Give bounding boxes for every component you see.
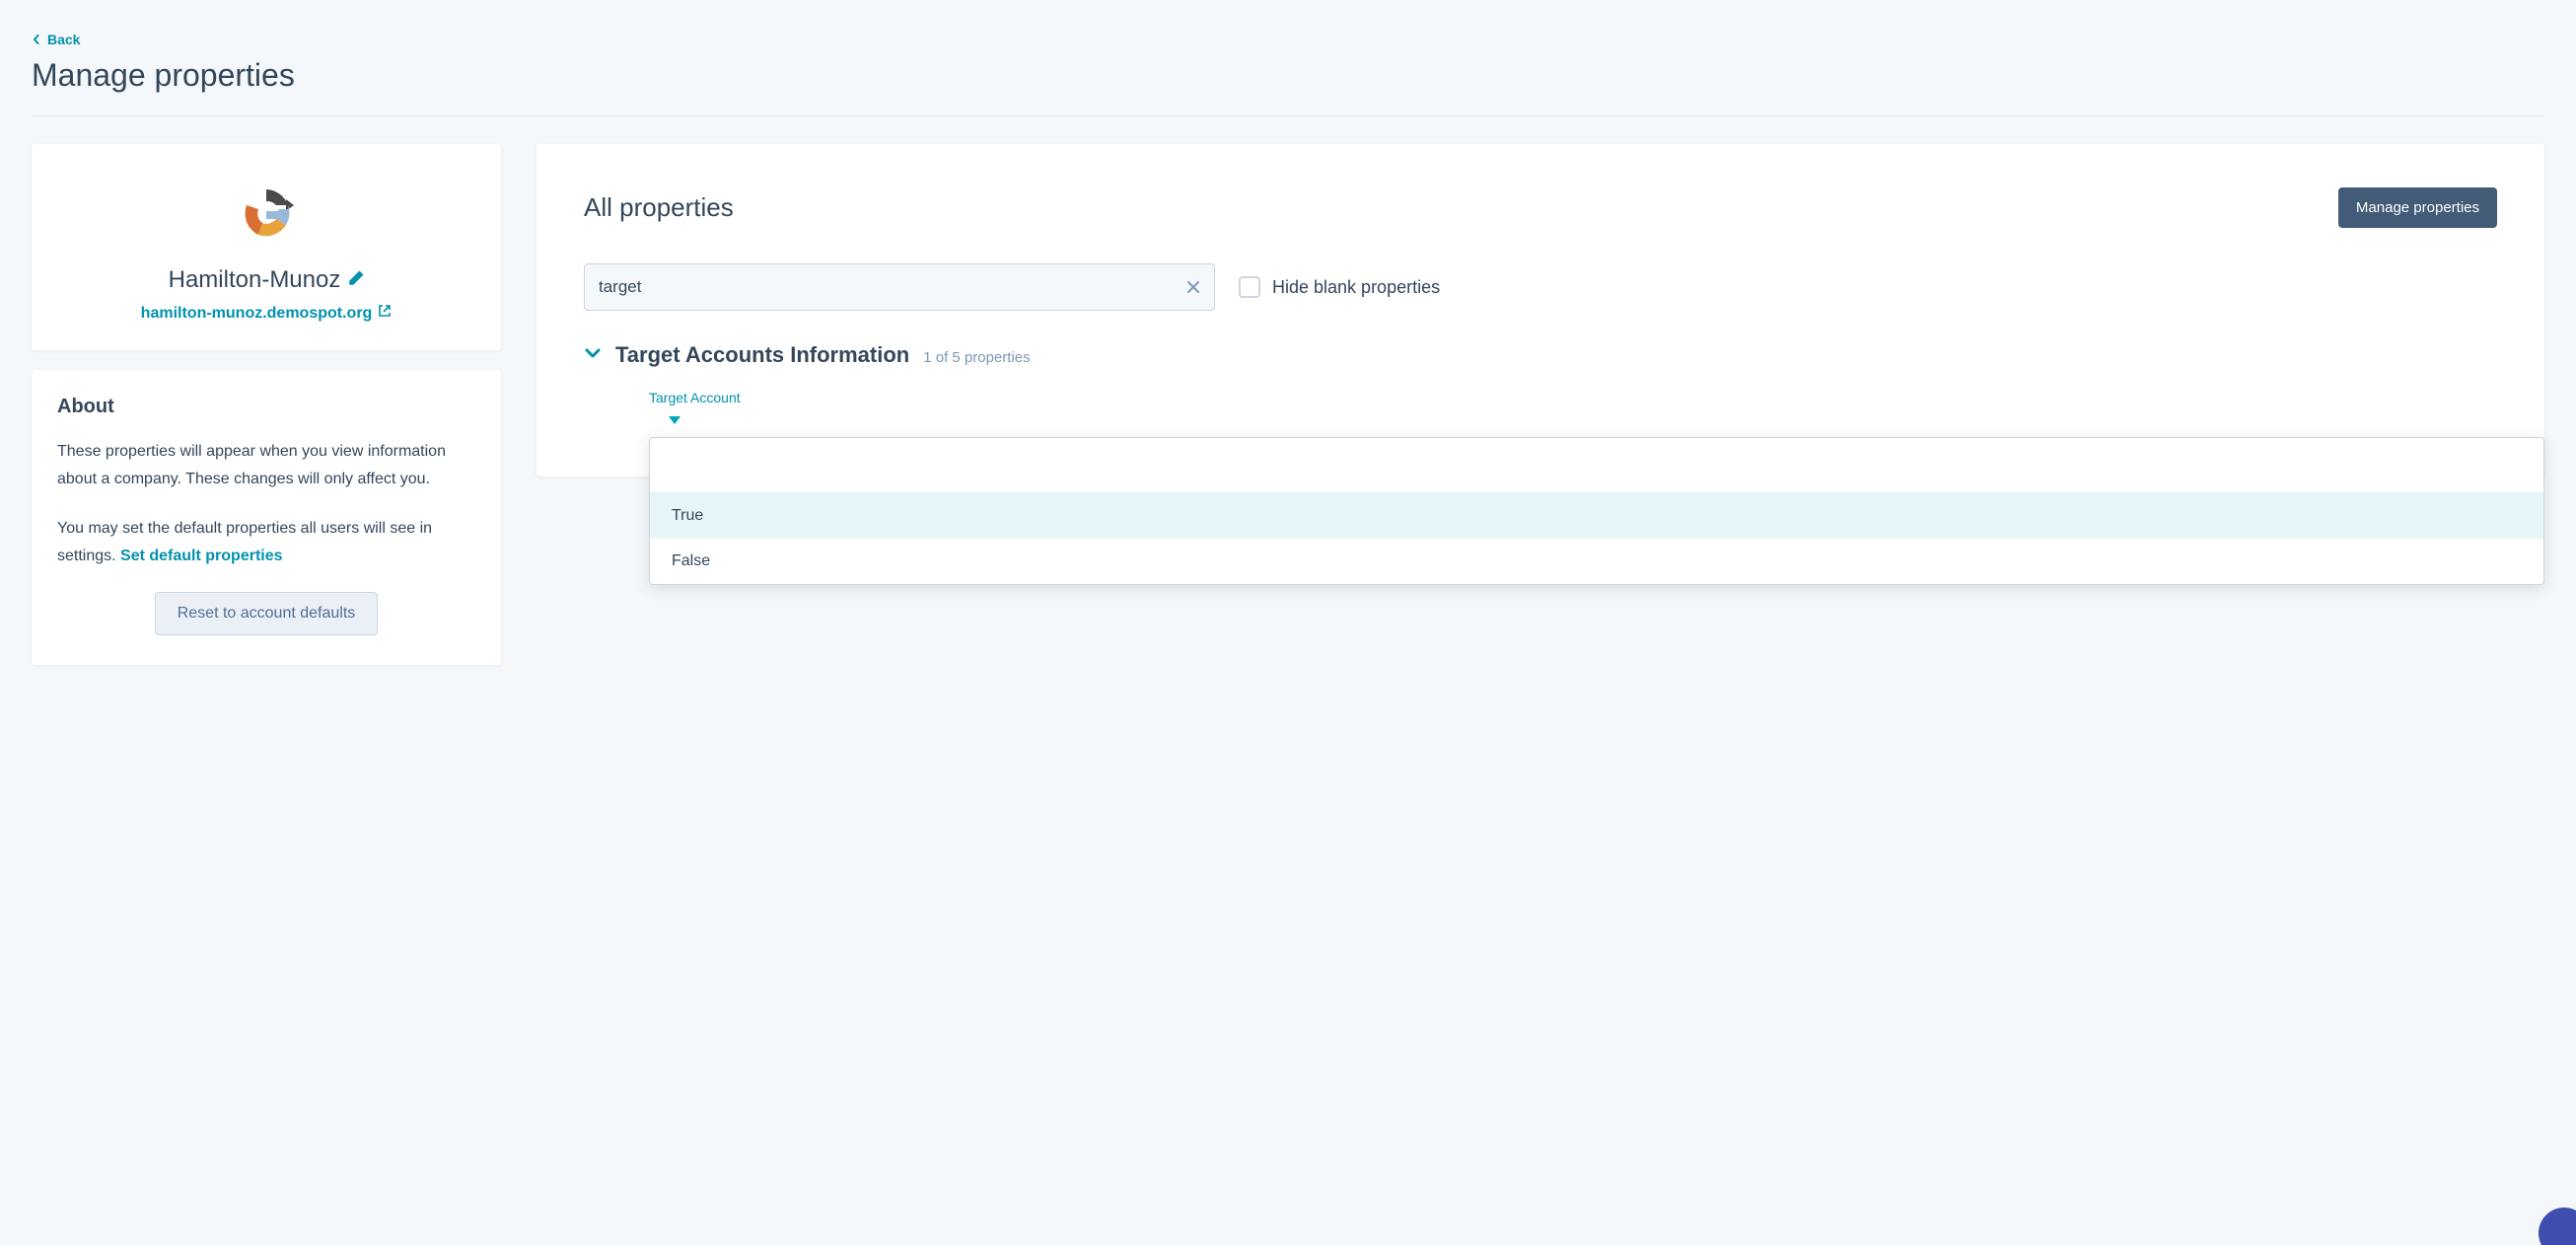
company-name: Hamilton-Munoz <box>169 266 341 294</box>
chevron-down-icon <box>584 344 602 367</box>
property-group-meta: 1 of 5 properties <box>923 349 1030 366</box>
chevron-left-icon <box>32 32 41 47</box>
back-link[interactable]: Back <box>32 32 80 47</box>
back-label: Back <box>47 32 80 47</box>
property-group-header[interactable]: Target Accounts Information 1 of 5 prope… <box>584 342 2497 368</box>
field-label: Target Account <box>649 390 2497 405</box>
external-link-icon <box>378 304 392 323</box>
hide-blank-checkbox-wrap[interactable]: Hide blank properties <box>1239 276 1440 298</box>
properties-card: All properties Manage properties Hide bl… <box>537 144 2544 476</box>
all-properties-heading: All properties <box>584 192 734 223</box>
reset-to-defaults-button[interactable]: Reset to account defaults <box>155 592 379 635</box>
company-logo-icon <box>237 183 296 243</box>
about-paragraph-1: These properties will appear when you vi… <box>57 438 475 493</box>
about-heading: About <box>57 396 475 418</box>
dropdown-option[interactable]: True <box>650 493 2543 539</box>
manage-properties-button[interactable]: Manage properties <box>2338 187 2497 228</box>
set-default-properties-link[interactable]: Set default properties <box>120 543 286 570</box>
dropdown-option[interactable]: False <box>650 539 2543 584</box>
clear-search-icon[interactable] <box>1180 273 1207 301</box>
dropdown-panel: TrueFalse <box>649 437 2544 585</box>
pencil-icon[interactable] <box>348 270 364 291</box>
about-card: About These properties will appear when … <box>32 370 501 665</box>
page-title: Manage properties <box>32 57 2544 94</box>
hide-blank-label: Hide blank properties <box>1272 277 1440 298</box>
divider <box>32 115 2544 116</box>
property-group-title: Target Accounts Information <box>615 342 909 368</box>
search-input[interactable] <box>584 263 1215 311</box>
set-default-properties-label: Set default properties <box>120 543 282 570</box>
company-card: Hamilton-Munoz hamilton-munoz.demospot.o… <box>32 144 501 350</box>
company-url-link[interactable]: hamilton-munoz.demospot.org <box>141 304 393 323</box>
about-paragraph-2: You may set the default properties all u… <box>57 515 475 570</box>
caret-down-icon[interactable] <box>669 411 2497 429</box>
help-bubble-icon[interactable] <box>2539 1208 2576 1245</box>
checkbox-icon <box>1239 276 1260 298</box>
company-url-text: hamilton-munoz.demospot.org <box>141 305 373 323</box>
dropdown-search-area[interactable] <box>650 438 2543 493</box>
